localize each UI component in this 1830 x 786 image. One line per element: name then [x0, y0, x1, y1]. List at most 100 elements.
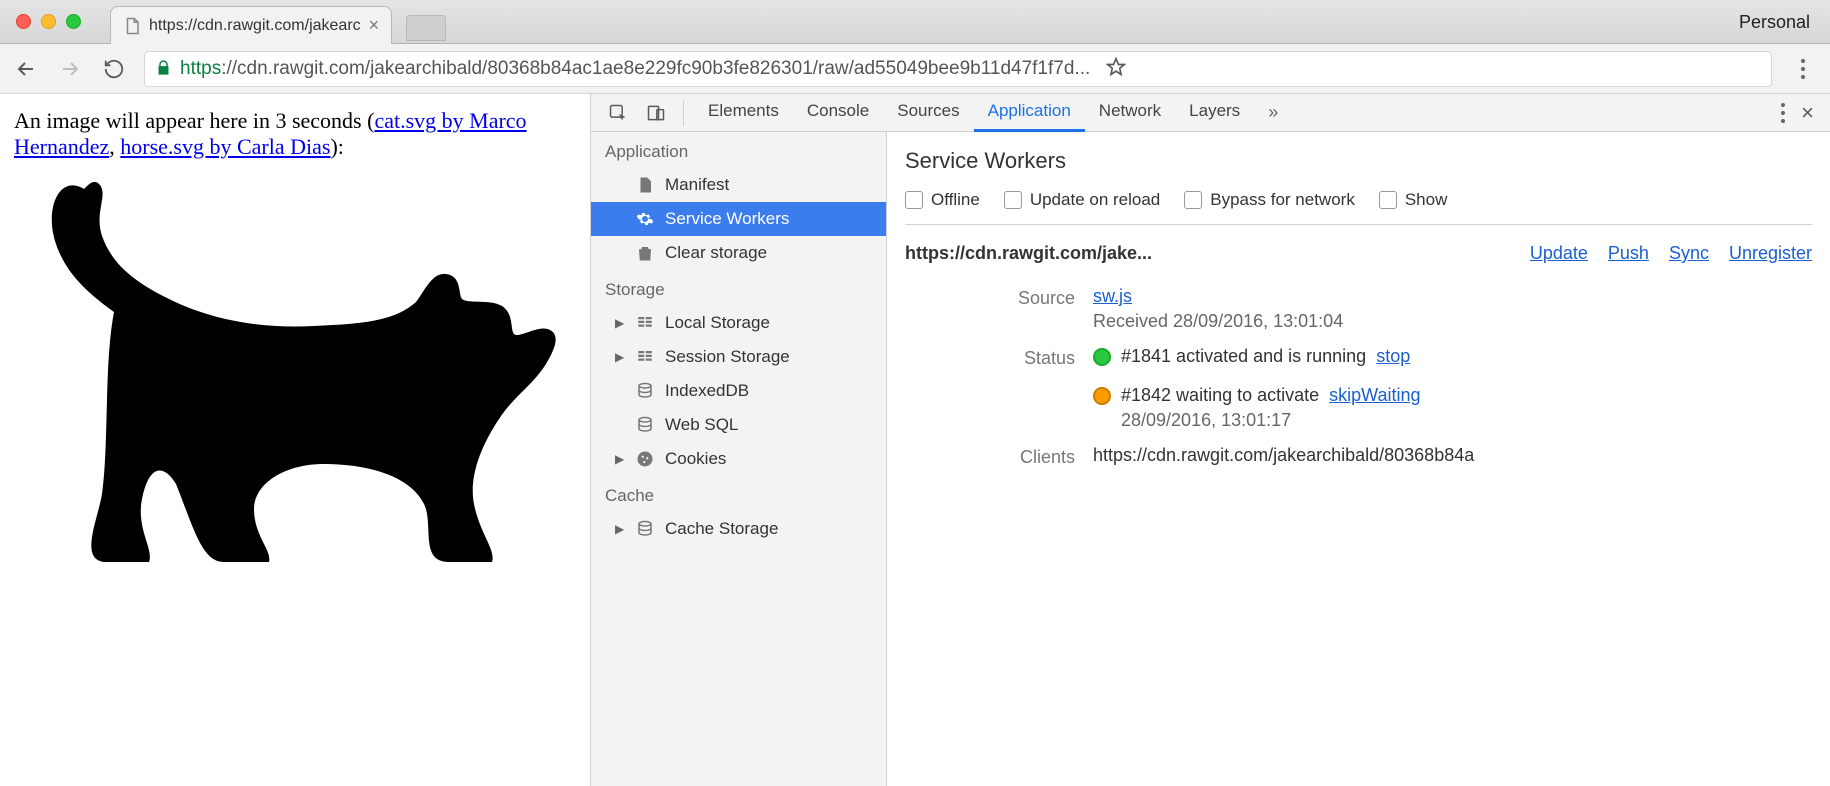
checkbox-label: Show	[1405, 190, 1448, 210]
status-dot-green-icon	[1093, 348, 1111, 366]
lock-icon	[155, 59, 172, 79]
window-close-button[interactable]	[16, 14, 31, 29]
service-workers-panel: Service Workers Offline Update on reload B…	[887, 132, 1830, 786]
bookmark-star-icon[interactable]	[1106, 57, 1126, 80]
status-row-active: #1841 activated and is running stop	[1093, 346, 1812, 367]
file-icon	[123, 15, 141, 37]
devtools-body: Application Manifest Service Workers Clear …	[591, 132, 1830, 786]
page-content: An image will appear here in 3 seconds (…	[0, 94, 590, 786]
sw-origin: https://cdn.rawgit.com/jake...	[905, 243, 1508, 264]
sidebar-item-label: Manifest	[665, 175, 729, 195]
checkbox-bypass-for-network[interactable]: Bypass for network	[1184, 190, 1355, 210]
table-icon	[635, 313, 655, 333]
cat-image	[14, 160, 576, 590]
status-stop-link[interactable]: stop	[1376, 346, 1410, 367]
sidebar-item-clear-storage[interactable]: Clear storage	[591, 236, 886, 270]
checkbox-box-icon	[1379, 191, 1397, 209]
tab-strip: https://cdn.rawgit.com/jakearc × Persona…	[0, 0, 1830, 44]
link-horse-svg[interactable]: horse.svg by Carla Dias	[120, 134, 330, 159]
sw-action-update[interactable]: Update	[1530, 243, 1588, 264]
checkbox-update-on-reload[interactable]: Update on reload	[1004, 190, 1160, 210]
reload-button[interactable]	[100, 55, 128, 83]
status-skipwaiting-link[interactable]: skipWaiting	[1329, 385, 1420, 406]
sw-action-sync[interactable]: Sync	[1669, 243, 1709, 264]
panel-title: Service Workers	[905, 148, 1812, 174]
sidebar-item-manifest[interactable]: Manifest	[591, 168, 886, 202]
sidebar-item-indexeddb[interactable]: IndexedDB	[591, 374, 886, 408]
sidebar-item-label: Session Storage	[665, 347, 790, 367]
devtools-menu-button[interactable]	[1781, 103, 1785, 123]
window-controls	[16, 14, 81, 29]
checkbox-box-icon	[1184, 191, 1202, 209]
status-waiting-text: #1842 waiting to activate	[1121, 385, 1319, 406]
forward-button[interactable]	[56, 55, 84, 83]
address-bar[interactable]: https://cdn.rawgit.com/jakearchibald/803…	[144, 51, 1772, 87]
browser-tab[interactable]: https://cdn.rawgit.com/jakearc ×	[110, 6, 392, 44]
manifest-icon	[635, 175, 655, 195]
sidebar-item-service-workers[interactable]: Service Workers	[591, 202, 886, 236]
tab-close-icon[interactable]: ×	[369, 15, 380, 36]
sidebar-item-label: Service Workers	[665, 209, 789, 229]
label-clients: Clients	[905, 445, 1075, 468]
val-source: sw.js Received 28/09/2016, 13:01:04	[1093, 286, 1812, 332]
sidebar-group-application: Application	[591, 132, 886, 168]
sidebar-group-cache: Cache	[591, 476, 886, 512]
checkbox-show[interactable]: Show	[1379, 190, 1448, 210]
source-link[interactable]: sw.js	[1093, 286, 1132, 306]
window-zoom-button[interactable]	[66, 14, 81, 29]
sidebar-item-cache-storage[interactable]: ▶Cache Storage	[591, 512, 886, 546]
devtools-tab-elements[interactable]: Elements	[694, 93, 793, 132]
cookie-icon	[635, 449, 655, 469]
browser-toolbar: https://cdn.rawgit.com/jakearchibald/803…	[0, 44, 1830, 94]
sidebar-item-session-storage[interactable]: ▶Session Storage	[591, 340, 886, 374]
devtools-toolbar: ElementsConsoleSourcesApplicationNetwork…	[591, 94, 1830, 132]
checkbox-label: Bypass for network	[1210, 190, 1355, 210]
application-sidebar: Application Manifest Service Workers Clear …	[591, 132, 887, 786]
sidebar-item-label: Cookies	[665, 449, 726, 469]
sidebar-item-local-storage[interactable]: ▶Local Storage	[591, 306, 886, 340]
label-source: Source	[905, 286, 1075, 332]
sidebar-item-label: IndexedDB	[665, 381, 749, 401]
sidebar-item-label: Web SQL	[665, 415, 738, 435]
url-scheme: https	[180, 58, 221, 79]
checkbox-box-icon	[905, 191, 923, 209]
url-text: https://cdn.rawgit.com/jakearchibald/803…	[180, 58, 1090, 80]
checkbox-label: Offline	[931, 190, 980, 210]
sidebar-item-label: Clear storage	[665, 243, 767, 263]
tabs-overflow-icon[interactable]: »	[1258, 94, 1288, 131]
source-received: Received 28/09/2016, 13:01:04	[1093, 311, 1812, 332]
sw-details-grid: Source sw.js Received 28/09/2016, 13:01:…	[905, 286, 1812, 468]
checkbox-box-icon	[1004, 191, 1022, 209]
browser-tab-title: https://cdn.rawgit.com/jakearc	[149, 17, 361, 35]
db-icon	[635, 519, 655, 539]
label-status: Status	[905, 346, 1075, 431]
new-tab-button[interactable]	[406, 15, 446, 41]
profile-label[interactable]: Personal	[1739, 12, 1810, 33]
sw-actions: Update Push Sync Unregister	[1530, 243, 1812, 264]
window-minimize-button[interactable]	[41, 14, 56, 29]
sidebar-item-cookies[interactable]: ▶Cookies	[591, 442, 886, 476]
browser-menu-button[interactable]	[1788, 59, 1818, 79]
content-split: An image will appear here in 3 seconds (…	[0, 94, 1830, 786]
val-status: #1841 activated and is running stop #184…	[1093, 346, 1812, 431]
back-button[interactable]	[12, 55, 40, 83]
status-active-text: #1841 activated and is running	[1121, 346, 1366, 367]
trash-icon	[635, 243, 655, 263]
devtools-tab-network[interactable]: Network	[1085, 93, 1175, 132]
inspect-element-icon[interactable]	[601, 96, 635, 130]
devtools-tab-application[interactable]: Application	[974, 93, 1085, 132]
devtools-tab-console[interactable]: Console	[793, 93, 883, 132]
devtools-tab-sources[interactable]: Sources	[883, 93, 973, 132]
sw-options-row: Offline Update on reload Bypass for networ…	[905, 190, 1812, 210]
sw-action-unregister[interactable]: Unregister	[1729, 243, 1812, 264]
db-icon	[635, 415, 655, 435]
sidebar-item-label: Local Storage	[665, 313, 770, 333]
sidebar-group-storage: Storage	[591, 270, 886, 306]
devtools-tab-layers[interactable]: Layers	[1175, 93, 1254, 132]
sidebar-item-web-sql[interactable]: Web SQL	[591, 408, 886, 442]
checkbox-offline[interactable]: Offline	[905, 190, 980, 210]
devtools-close-icon[interactable]: ×	[1801, 102, 1814, 124]
sw-action-push[interactable]: Push	[1608, 243, 1649, 264]
val-clients: https://cdn.rawgit.com/jakearchibald/803…	[1093, 445, 1812, 468]
toggle-device-icon[interactable]	[639, 96, 673, 130]
